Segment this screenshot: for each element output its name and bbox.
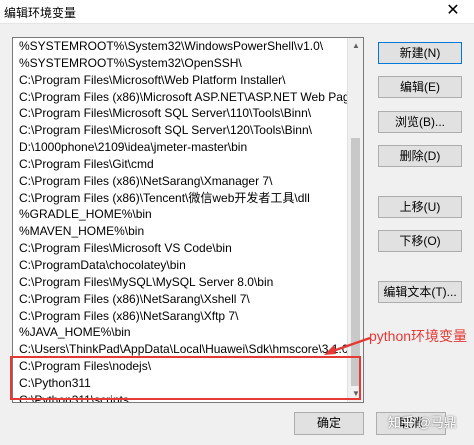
delete-button[interactable]: 删除(D) xyxy=(378,145,462,167)
move-down-button[interactable]: 下移(O) xyxy=(378,230,462,252)
list-item[interactable]: C:\Program Files (x86)\Tencent\微信web开发者工… xyxy=(13,190,348,207)
edit-button[interactable]: 编辑(E) xyxy=(378,76,462,98)
list-item[interactable]: %MAVEN_HOME%\bin xyxy=(13,223,348,240)
scroll-up-icon[interactable]: ▲ xyxy=(348,38,363,54)
browse-button[interactable]: 浏览(B)... xyxy=(378,111,462,133)
move-up-button[interactable]: 上移(U) xyxy=(378,196,462,218)
list-item[interactable]: C:\Program Files\Microsoft VS Code\bin xyxy=(13,240,348,257)
path-list[interactable]: %SYSTEMROOT%\System32\WindowsPowerShell\… xyxy=(13,38,348,402)
title-bar: 编辑环境变量 ✕ xyxy=(0,0,474,24)
list-item[interactable]: C:\Program Files\Microsoft SQL Server\12… xyxy=(13,122,348,139)
edit-text-button[interactable]: 编辑文本(T)... xyxy=(378,281,462,303)
path-listbox[interactable]: %SYSTEMROOT%\System32\WindowsPowerShell\… xyxy=(12,37,364,403)
list-item[interactable]: D:\1000phone\2109\idea\jmeter-master\bin xyxy=(13,139,348,156)
list-item[interactable]: C:\Program Files (x86)\NetSarang\Xshell … xyxy=(13,291,348,308)
list-item[interactable]: %GRADLE_HOME%\bin xyxy=(13,206,348,223)
list-item[interactable]: C:\Program Files (x86)\Microsoft ASP.NET… xyxy=(13,89,348,106)
annotation-label: python环境变量 xyxy=(369,328,468,344)
annotation-highlight-box xyxy=(10,356,361,400)
list-item[interactable]: %JAVA_HOME%\bin xyxy=(13,324,348,341)
list-item[interactable]: C:\Program Files (x86)\NetSarang\Xftp 7\ xyxy=(13,308,348,325)
list-item[interactable]: C:\Program Files\Microsoft\Web Platform … xyxy=(13,72,348,89)
new-button[interactable]: 新建(N) xyxy=(378,42,462,64)
list-item[interactable]: C:\Program Files\Git\cmd xyxy=(13,156,348,173)
list-item[interactable]: C:\Program Files (x86)\NetSarang\Xmanage… xyxy=(13,173,348,190)
close-icon[interactable]: ✕ xyxy=(438,0,468,24)
list-item[interactable]: C:\Program Files\MySQL\MySQL Server 8.0\… xyxy=(13,274,348,291)
list-item[interactable]: %SYSTEMROOT%\System32\WindowsPowerShell\… xyxy=(13,38,348,55)
watermark: 知乎 @马鼎 xyxy=(388,415,457,430)
ok-button[interactable]: 确定 xyxy=(294,412,364,435)
list-item[interactable]: %SYSTEMROOT%\System32\OpenSSH\ xyxy=(13,55,348,72)
list-item[interactable]: C:\Program Files\Microsoft SQL Server\11… xyxy=(13,105,348,122)
list-item[interactable]: C:\ProgramData\chocolatey\bin xyxy=(13,257,348,274)
window-title: 编辑环境变量 xyxy=(4,6,77,20)
